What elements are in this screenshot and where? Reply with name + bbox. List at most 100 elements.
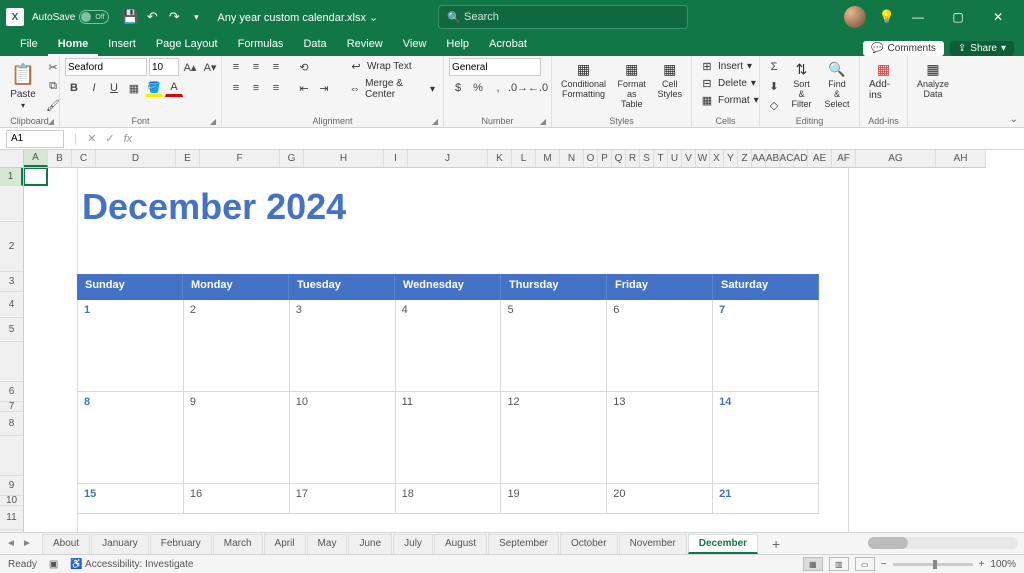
column-header[interactable]: K [488, 150, 512, 167]
sheet-tab-about[interactable]: About [42, 534, 90, 554]
row-header[interactable] [0, 436, 23, 476]
orientation-icon[interactable]: ⟲ [295, 58, 313, 76]
save-icon[interactable]: 💾 [119, 6, 141, 28]
font-launcher-icon[interactable]: ◢ [210, 117, 216, 126]
bold-button[interactable]: B [65, 79, 83, 97]
minimize-button[interactable]: — [898, 0, 938, 34]
cancel-formula-icon[interactable]: ✕ [83, 130, 101, 148]
column-header[interactable]: E [176, 150, 200, 167]
zoom-in-icon[interactable]: + [979, 559, 985, 570]
column-header[interactable]: V [682, 150, 696, 167]
column-header[interactable]: AG [856, 150, 936, 167]
decrease-font-icon[interactable]: A▾ [201, 58, 219, 76]
row-header[interactable]: 5 [0, 318, 23, 342]
menu-tab-insert[interactable]: Insert [98, 35, 146, 56]
increase-decimal-icon[interactable]: .0→ [509, 79, 527, 97]
column-header[interactable]: O [584, 150, 598, 167]
menu-tab-formulas[interactable]: Formulas [228, 35, 294, 56]
fill-icon[interactable]: ⬇ [765, 77, 783, 95]
row-header[interactable]: 4 [0, 292, 23, 318]
formula-input[interactable] [137, 130, 1024, 148]
autosave-toggle[interactable]: Off [79, 10, 109, 24]
column-header[interactable]: H [304, 150, 384, 167]
row-header[interactable]: 3 [0, 272, 23, 292]
menu-tab-page-layout[interactable]: Page Layout [146, 35, 228, 56]
column-header[interactable]: J [408, 150, 488, 167]
calendar-day-cell[interactable]: 11 [396, 392, 502, 484]
row-headers[interactable]: 1234567891011 [0, 168, 24, 532]
column-header[interactable]: AD [794, 150, 808, 167]
autosum-icon[interactable]: Σ [765, 58, 783, 76]
sheet-tab-march[interactable]: March [213, 534, 263, 554]
name-box[interactable]: A1 [6, 130, 64, 148]
column-header[interactable]: L [512, 150, 536, 167]
undo-icon[interactable]: ↶ [141, 6, 163, 28]
collapse-ribbon-icon[interactable]: ⌄ [1010, 114, 1018, 125]
row-header[interactable]: 10 [0, 496, 23, 506]
column-header[interactable]: AH [936, 150, 986, 167]
calendar-day-cell[interactable]: 1 [78, 300, 184, 392]
font-name-select[interactable] [65, 58, 147, 76]
align-center-icon[interactable]: ≡ [247, 79, 265, 97]
row-header[interactable]: 8 [0, 412, 23, 436]
decrease-decimal-icon[interactable]: ←.0 [529, 79, 547, 97]
share-button[interactable]: ⇪ Share ▾ [950, 41, 1014, 56]
column-header[interactable]: B [48, 150, 72, 167]
sheet-tab-february[interactable]: February [150, 534, 212, 554]
format-as-table-button[interactable]: ▦Format as Table [613, 58, 650, 111]
column-header[interactable]: N [560, 150, 584, 167]
column-header[interactable]: A [24, 150, 48, 167]
tab-scroll-right-icon[interactable]: ► [20, 538, 34, 549]
row-header[interactable]: 11 [0, 506, 23, 530]
zoom-out-icon[interactable]: − [881, 559, 887, 570]
sheet-tab-november[interactable]: November [619, 534, 687, 554]
fx-icon[interactable]: fx [119, 130, 137, 148]
column-headers[interactable]: ABCDEFGHIJKLMNOPQRSTUVWXYZAAABACADAEAFAG… [24, 150, 986, 168]
calendar-day-cell[interactable]: 2 [184, 300, 290, 392]
row-header[interactable]: 1 [0, 168, 23, 186]
column-header[interactable]: M [536, 150, 560, 167]
font-size-select[interactable] [149, 58, 179, 76]
align-bottom-icon[interactable]: ≡ [267, 58, 285, 76]
underline-button[interactable]: U [105, 79, 123, 97]
sheet-tab-october[interactable]: October [560, 534, 618, 554]
calendar-day-cell[interactable]: 5 [501, 300, 607, 392]
calendar-day-cell[interactable]: 9 [184, 392, 290, 484]
column-header[interactable]: Q [612, 150, 626, 167]
column-header[interactable]: T [654, 150, 668, 167]
normal-view-icon[interactable]: ▦ [803, 557, 823, 571]
page-break-view-icon[interactable]: ▭ [855, 557, 875, 571]
clipboard-launcher-icon[interactable]: ◢ [48, 117, 54, 126]
column-header[interactable]: AA [752, 150, 766, 167]
clear-icon[interactable]: ◇ [765, 96, 783, 114]
column-header[interactable]: Z [738, 150, 752, 167]
column-header[interactable]: C [72, 150, 96, 167]
merge-center-button[interactable]: ⇔Merge & Center ▾ [346, 77, 438, 101]
column-header[interactable]: W [696, 150, 710, 167]
column-header[interactable]: I [384, 150, 408, 167]
column-header[interactable]: AB [766, 150, 780, 167]
addins-button[interactable]: ▦Add-ins [865, 58, 902, 103]
sheet-tab-june[interactable]: June [348, 534, 392, 554]
menu-tab-review[interactable]: Review [337, 35, 393, 56]
increase-font-icon[interactable]: A▴ [181, 58, 199, 76]
column-header[interactable]: F [200, 150, 280, 167]
calendar-day-cell[interactable]: 12 [501, 392, 607, 484]
menu-tab-acrobat[interactable]: Acrobat [479, 35, 537, 56]
column-header[interactable]: S [640, 150, 654, 167]
calendar-day-cell[interactable]: 13 [607, 392, 713, 484]
comments-button[interactable]: 💬 Comments [863, 41, 944, 56]
calendar-day-cell[interactable]: 7 [713, 300, 819, 392]
enter-formula-icon[interactable]: ✓ [101, 130, 119, 148]
column-header[interactable]: Y [724, 150, 738, 167]
calendar-day-cell[interactable]: 15 [78, 484, 184, 514]
menu-tab-file[interactable]: File [10, 35, 48, 56]
menu-tab-data[interactable]: Data [293, 35, 336, 56]
sheet-tab-april[interactable]: April [264, 534, 306, 554]
column-header[interactable]: D [96, 150, 176, 167]
calendar-day-cell[interactable]: 3 [290, 300, 396, 392]
sheet-tab-august[interactable]: August [434, 534, 487, 554]
analyze-data-button[interactable]: ▦Analyze Data [913, 58, 953, 101]
redo-icon[interactable]: ↷ [163, 6, 185, 28]
accounting-format-icon[interactable]: $ [449, 79, 467, 97]
